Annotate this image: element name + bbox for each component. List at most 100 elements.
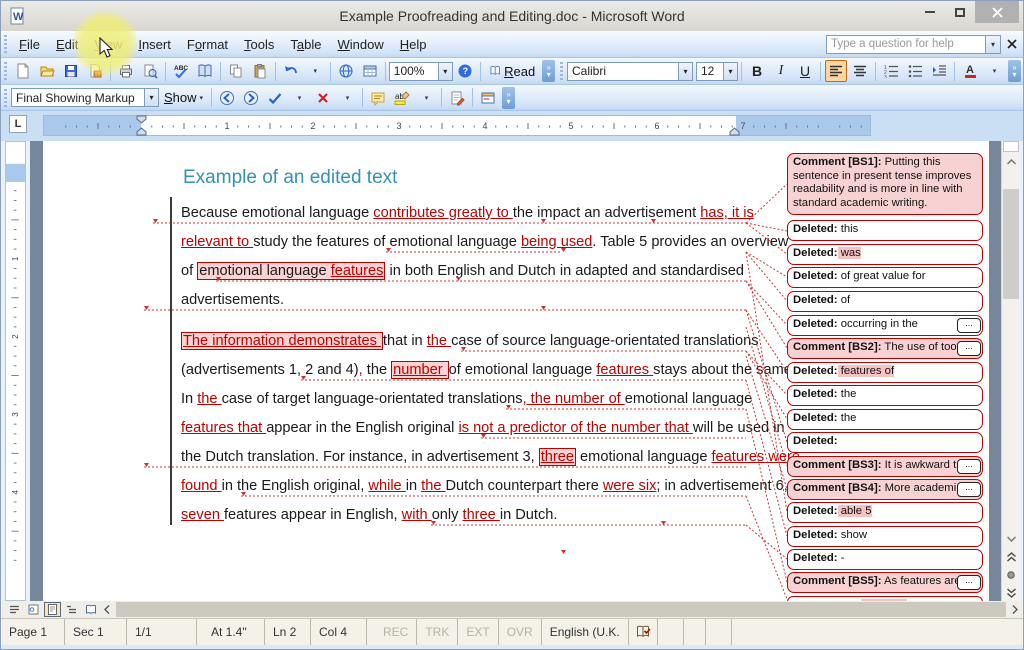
status-ext-toggle[interactable]: EXT	[458, 619, 498, 645]
toolbar-options-chevron[interactable]: »▾	[502, 87, 515, 109]
help-question-input[interactable]	[826, 35, 986, 54]
help-dropdown-arrow[interactable]: ▾	[986, 35, 1001, 54]
vertical-scroll-thumb[interactable]	[1003, 189, 1019, 299]
reject-change-dropdown[interactable]: ▾	[336, 87, 358, 109]
menu-item-help[interactable]: Help	[392, 34, 435, 55]
previous-change-button[interactable]	[216, 87, 238, 109]
spelling-status-icon[interactable]	[629, 619, 658, 645]
open-button[interactable]	[36, 60, 58, 82]
insert-table-button[interactable]	[359, 60, 381, 82]
maximize-button[interactable]	[945, 1, 975, 23]
minimize-button[interactable]	[915, 1, 945, 23]
scroll-left-button[interactable]	[99, 602, 115, 617]
reviewing-pane-button[interactable]	[477, 87, 499, 109]
deleted-balloon[interactable]: Deleted: the	[787, 385, 983, 406]
balloon-more-button[interactable]: ...	[957, 575, 981, 590]
font-color-dropdown-arrow[interactable]: ▾	[983, 60, 1005, 82]
paragraph[interactable]: The information demonstrates that in the…	[181, 327, 803, 530]
horizontal-ruler[interactable]: 1234567	[43, 115, 871, 136]
vertical-ruler[interactable]: 1234	[5, 141, 26, 601]
highlight-button[interactable]: ab	[391, 87, 413, 109]
print-button[interactable]	[115, 60, 137, 82]
bold-button[interactable]: B	[746, 60, 768, 82]
scroll-right-button[interactable]	[1007, 602, 1023, 617]
numbering-button[interactable]: 123	[880, 60, 902, 82]
undo-dropdown-arrow[interactable]: ▾	[304, 60, 326, 82]
scroll-up-button[interactable]	[1003, 154, 1019, 170]
comment-anchor[interactable]: number	[391, 361, 449, 379]
deleted-balloon[interactable]: Deleted: -	[787, 549, 983, 570]
tab-selector[interactable]: L	[9, 115, 27, 133]
deleted-balloon[interactable]: Deleted: this	[787, 220, 983, 241]
track-changes-button[interactable]	[446, 87, 468, 109]
comment-balloon[interactable]: Comment [BS3]: It is awkward t...	[787, 456, 983, 477]
research-button[interactable]	[194, 60, 216, 82]
toolbar-options-chevron[interactable]: »▾	[1008, 60, 1021, 82]
deleted-balloon[interactable]: Deleted: was	[787, 244, 983, 265]
standard-toolbar-grip[interactable]	[4, 62, 7, 80]
read-button[interactable]: Read	[485, 60, 539, 82]
new-document-button[interactable]	[12, 60, 34, 82]
previous-page-button[interactable]	[1003, 549, 1019, 565]
scroll-down-button[interactable]	[1003, 531, 1019, 547]
font-color-button[interactable]: A	[959, 60, 981, 82]
select-browse-object-button[interactable]	[1003, 567, 1019, 583]
menu-item-window[interactable]: Window	[330, 34, 392, 55]
horizontal-scroll-track[interactable]	[116, 602, 1006, 617]
deleted-balloon[interactable]: Deleted:	[787, 432, 983, 453]
comment-anchor[interactable]: emotional language features	[197, 262, 385, 280]
menu-item-edit[interactable]: Edit	[48, 34, 86, 55]
outline-view-button[interactable]	[63, 602, 80, 617]
accept-change-dropdown[interactable]: ▾	[288, 87, 310, 109]
menu-item-tools[interactable]: Tools	[236, 34, 282, 55]
highlight-dropdown[interactable]: ▾	[415, 87, 437, 109]
comment-balloon[interactable]: Comment [BS5]: As features are...	[787, 572, 983, 593]
increase-indent-button[interactable]	[928, 60, 950, 82]
deleted-balloon[interactable]: Deleted: occurring in the...	[787, 315, 983, 336]
deleted-balloon[interactable]: Deleted: features of	[787, 362, 983, 383]
zoom-select[interactable]: 100% ▾	[389, 62, 453, 81]
balloon-more-button[interactable]: ...	[957, 318, 981, 333]
normal-view-button[interactable]	[6, 602, 23, 617]
align-center-button[interactable]	[849, 60, 871, 82]
insert-hyperlink-button[interactable]	[335, 60, 357, 82]
menu-item-file[interactable]: File	[11, 34, 48, 55]
reject-change-button[interactable]	[312, 87, 334, 109]
print-layout-view-button[interactable]	[44, 602, 61, 617]
deleted-balloon[interactable]: Deleted: show	[787, 526, 983, 547]
status-rec-toggle[interactable]: REC	[375, 619, 417, 645]
balloon-more-button[interactable]: ...	[957, 482, 981, 497]
align-left-button[interactable]	[825, 60, 847, 82]
menubar-close-icon[interactable]	[1007, 39, 1017, 49]
deleted-balloon[interactable]: Deleted: able 5	[787, 502, 983, 523]
balloon-more-button[interactable]: ...	[957, 341, 981, 356]
status-ovr-toggle[interactable]: OVR	[499, 619, 542, 645]
save-button[interactable]	[60, 60, 82, 82]
undo-button[interactable]	[280, 60, 302, 82]
paragraph[interactable]: Because emotional language contributes g…	[181, 199, 803, 315]
next-page-button[interactable]	[1003, 585, 1019, 601]
split-handle[interactable]	[1003, 141, 1019, 152]
spelling-grammar-button[interactable]: ABC	[170, 60, 192, 82]
toolbar-options-chevron[interactable]: »▾	[542, 60, 555, 82]
accept-change-button[interactable]	[264, 87, 286, 109]
font-select[interactable]: Calibri ▾	[567, 62, 693, 81]
show-menu-button[interactable]: Show▾	[159, 88, 208, 107]
web-layout-view-button[interactable]	[25, 602, 42, 617]
menubar-grip-handle[interactable]	[4, 35, 7, 53]
next-change-button[interactable]	[240, 87, 262, 109]
close-button[interactable]	[975, 1, 1019, 23]
menu-item-view[interactable]: View	[86, 34, 130, 55]
deleted-balloon[interactable]: Deleted: the	[787, 409, 983, 430]
vertical-scrollbar[interactable]	[1001, 141, 1019, 601]
font-size-select[interactable]: 12 ▾	[696, 62, 738, 81]
status-trk-toggle[interactable]: TRK	[417, 619, 458, 645]
paste-button[interactable]	[249, 60, 271, 82]
italic-button[interactable]: I	[770, 60, 792, 82]
help-button[interactable]: ?	[454, 60, 476, 82]
underline-button[interactable]: U	[794, 60, 816, 82]
display-for-review-select[interactable]: Final Showing Markup ▾	[11, 88, 159, 107]
comment-balloon[interactable]: Comment [BS2]: The use of too...	[787, 338, 983, 359]
formatting-toolbar-grip[interactable]	[560, 62, 563, 80]
deleted-balloon[interactable]: Deleted: of	[787, 291, 983, 312]
